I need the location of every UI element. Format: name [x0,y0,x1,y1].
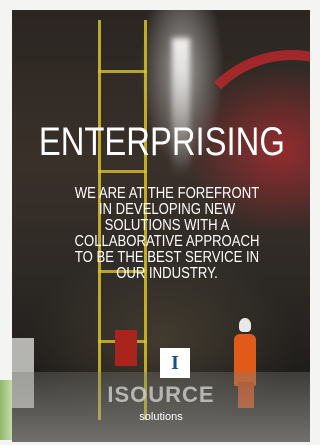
red-cabinet [115,330,137,366]
headline: ENTERPRISING [38,120,285,164]
scaffold-bar [98,170,147,173]
worker-helmet [239,318,251,332]
body-line: WE ARE AT THE FOREFRONT [74,185,260,202]
body-line: OUR INDUSTRY. [116,265,218,282]
scaffold-bar [98,70,147,73]
logo-mark-letter: I [171,351,179,374]
body-line: SOLUTIONS WITH A [104,217,230,234]
body-line: COLLABORATIVE APPROACH [74,233,260,250]
brand-name: ISOURCE [107,382,215,407]
brand-tagline: solutions [139,411,183,423]
promo-card: ENTERPRISING WE ARE AT THE FOREFRONT IN … [12,10,310,442]
body-line: TO BE THE BEST SERVICE IN [74,249,260,266]
body-text: WE ARE AT THE FOREFRONT IN DEVELOPING NE… [73,186,262,282]
body-line: IN DEVELOPING NEW [98,201,236,218]
logo-mark: I [160,348,190,378]
